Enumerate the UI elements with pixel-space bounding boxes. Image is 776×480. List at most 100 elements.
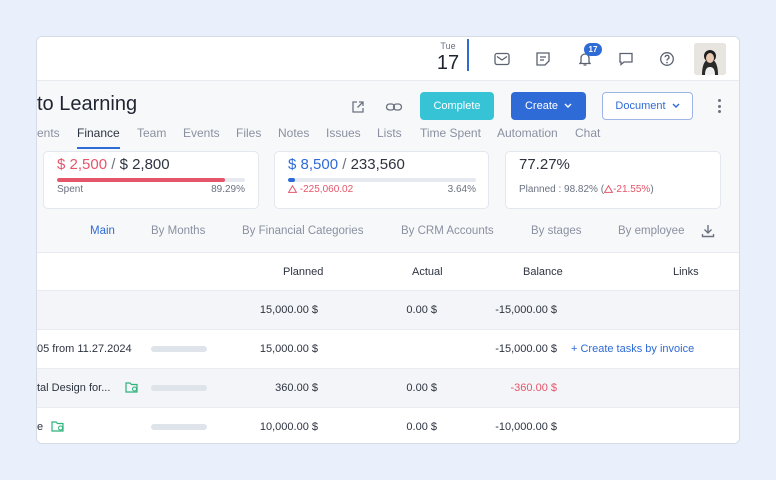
- tab-lists[interactable]: Lists: [377, 126, 402, 140]
- name-cell[interactable]: tal Design for...: [37, 382, 110, 394]
- folder-icon[interactable]: [51, 420, 64, 432]
- document-button-label: Document: [615, 100, 666, 112]
- date-accent-bar: [467, 39, 469, 71]
- top-bar: Tue 17 17: [37, 37, 739, 81]
- table-row[interactable]: e 10,000.00 $ 0.00 $ -10,000.00 $: [37, 408, 739, 443]
- column-actual[interactable]: Actual: [412, 266, 443, 278]
- balance-percent: 3.64%: [447, 184, 476, 195]
- warning-triangle-icon: [287, 184, 298, 193]
- warning-triangle-icon: [603, 184, 614, 193]
- balance-cell: -360.00 $: [510, 382, 557, 394]
- column-planned[interactable]: Planned: [283, 266, 323, 278]
- create-button[interactable]: Create: [511, 92, 586, 120]
- balance-cell: -15,000.00 $: [495, 343, 557, 355]
- tab-events-partial[interactable]: ents: [37, 126, 60, 140]
- date-day-number: 17: [436, 52, 460, 74]
- name-cell[interactable]: 05 from 11.27.2024: [37, 343, 132, 355]
- planned-cell: 15,000.00 $: [259, 343, 318, 355]
- tab-issues[interactable]: Issues: [326, 126, 361, 140]
- table-row[interactable]: 15,000.00 $ 0.00 $ -15,000.00 $: [37, 291, 739, 330]
- table-header: Planned Actual Balance Links: [37, 252, 739, 291]
- user-avatar[interactable]: [694, 43, 726, 75]
- folder-icon[interactable]: [125, 381, 138, 393]
- notes-icon[interactable]: [532, 48, 554, 70]
- notification-badge: 17: [584, 43, 602, 56]
- balance-progress-fill: [288, 178, 295, 182]
- download-icon[interactable]: [700, 223, 716, 239]
- table-row[interactable]: 05 from 11.27.2024 15,000.00 $ -15,000.0…: [37, 330, 739, 369]
- tab-notes[interactable]: Notes: [278, 126, 309, 140]
- subtab-by-crm-accounts[interactable]: By CRM Accounts: [401, 225, 494, 237]
- spent-percent: 89.29%: [211, 184, 245, 195]
- complete-button[interactable]: Complete: [420, 92, 494, 120]
- subtab-by-months[interactable]: By Months: [151, 225, 205, 237]
- planned-cell: 360.00 $: [275, 382, 318, 394]
- chevron-down-icon: [564, 103, 572, 108]
- balance-progress-bar: [288, 178, 476, 182]
- status-pill: [151, 424, 207, 430]
- balance-separator: /: [338, 156, 351, 173]
- margin-planned-delta: -21.55%: [613, 184, 651, 195]
- help-icon[interactable]: [656, 48, 678, 70]
- more-menu-icon[interactable]: [713, 97, 725, 115]
- tab-chat[interactable]: Chat: [575, 126, 600, 140]
- spent-progress-fill: [57, 178, 225, 182]
- mail-icon[interactable]: [491, 48, 513, 70]
- tab-events[interactable]: Events: [183, 126, 220, 140]
- page-title: to Learning: [37, 93, 138, 115]
- balance-amount: $ 8,500 / 233,560: [288, 156, 405, 173]
- margin-planned-delta-wrap: -21.55%: [603, 184, 651, 195]
- column-balance[interactable]: Balance: [523, 266, 563, 278]
- balance-delta: -225,060.02: [287, 184, 354, 195]
- tab-automation[interactable]: Automation: [497, 126, 558, 140]
- actual-cell: 0.00 $: [406, 421, 437, 433]
- status-pill: [151, 346, 207, 352]
- open-external-icon[interactable]: [348, 97, 368, 117]
- spent-value: $ 2,500: [57, 156, 108, 173]
- planned-cell: 10,000.00 $: [259, 421, 318, 433]
- spent-label: Spent: [57, 184, 84, 195]
- spent-separator: /: [107, 156, 120, 173]
- table-row[interactable]: tal Design for... 360.00 $ 0.00 $ -360.0…: [37, 369, 739, 408]
- subtab-main[interactable]: Main: [90, 225, 115, 237]
- margin-value: 77.27%: [519, 156, 570, 173]
- subtab-by-financial-categories[interactable]: By Financial Categories: [242, 225, 363, 237]
- chat-icon[interactable]: [615, 48, 637, 70]
- actual-cell: 0.00 $: [406, 304, 437, 316]
- status-pill: [151, 385, 207, 391]
- spent-total: $ 2,800: [119, 156, 170, 173]
- tab-finance[interactable]: Finance: [77, 126, 120, 140]
- margin-planned: Planned : 98.82% ( -21.55%): [519, 184, 654, 195]
- planned-cell: 15,000.00 $: [259, 304, 318, 316]
- app-window: Tue 17 17 to Learning Complete Create Do…: [36, 36, 740, 444]
- create-tasks-link[interactable]: + Create tasks by invoice: [571, 343, 694, 355]
- balance-delta-value: -225,060.02: [299, 184, 354, 195]
- tab-time-spent[interactable]: Time Spent: [420, 126, 481, 140]
- spent-amount: $ 2,500 / $ 2,800: [57, 156, 170, 173]
- balance-cell: -10,000.00 $: [495, 421, 557, 433]
- balance-card: $ 8,500 / 233,560 -225,060.02 3.64%: [274, 151, 489, 209]
- chevron-down-icon: [672, 103, 680, 108]
- complete-button-label: Complete: [433, 100, 481, 112]
- tab-files[interactable]: Files: [236, 126, 261, 140]
- margin-card: 77.27% Planned : 98.82% ( -21.55%): [505, 151, 721, 209]
- subtab-by-stages[interactable]: By stages: [531, 225, 582, 237]
- column-links: Links: [673, 266, 699, 278]
- active-tab-indicator: [77, 147, 120, 149]
- balance-cell: -15,000.00 $: [495, 304, 557, 316]
- actual-cell: 0.00 $: [406, 382, 437, 394]
- subtab-by-employee[interactable]: By employee: [618, 225, 684, 237]
- balance-value: $ 8,500: [288, 156, 339, 173]
- document-button[interactable]: Document: [602, 92, 693, 120]
- spent-card: $ 2,500 / $ 2,800 Spent 89.29%: [43, 151, 259, 209]
- link-icon[interactable]: [384, 97, 404, 117]
- name-cell[interactable]: e: [37, 421, 43, 433]
- spent-progress-bar: [57, 178, 245, 182]
- tab-team[interactable]: Team: [137, 126, 166, 140]
- create-button-label: Create: [524, 100, 559, 112]
- balance-total: 233,560: [350, 156, 405, 173]
- margin-planned-close: ): [650, 184, 654, 195]
- margin-planned-label: Planned : 98.82% (: [519, 184, 605, 195]
- date-widget[interactable]: Tue 17: [435, 41, 461, 75]
- date-day-of-week: Tue: [440, 41, 456, 51]
